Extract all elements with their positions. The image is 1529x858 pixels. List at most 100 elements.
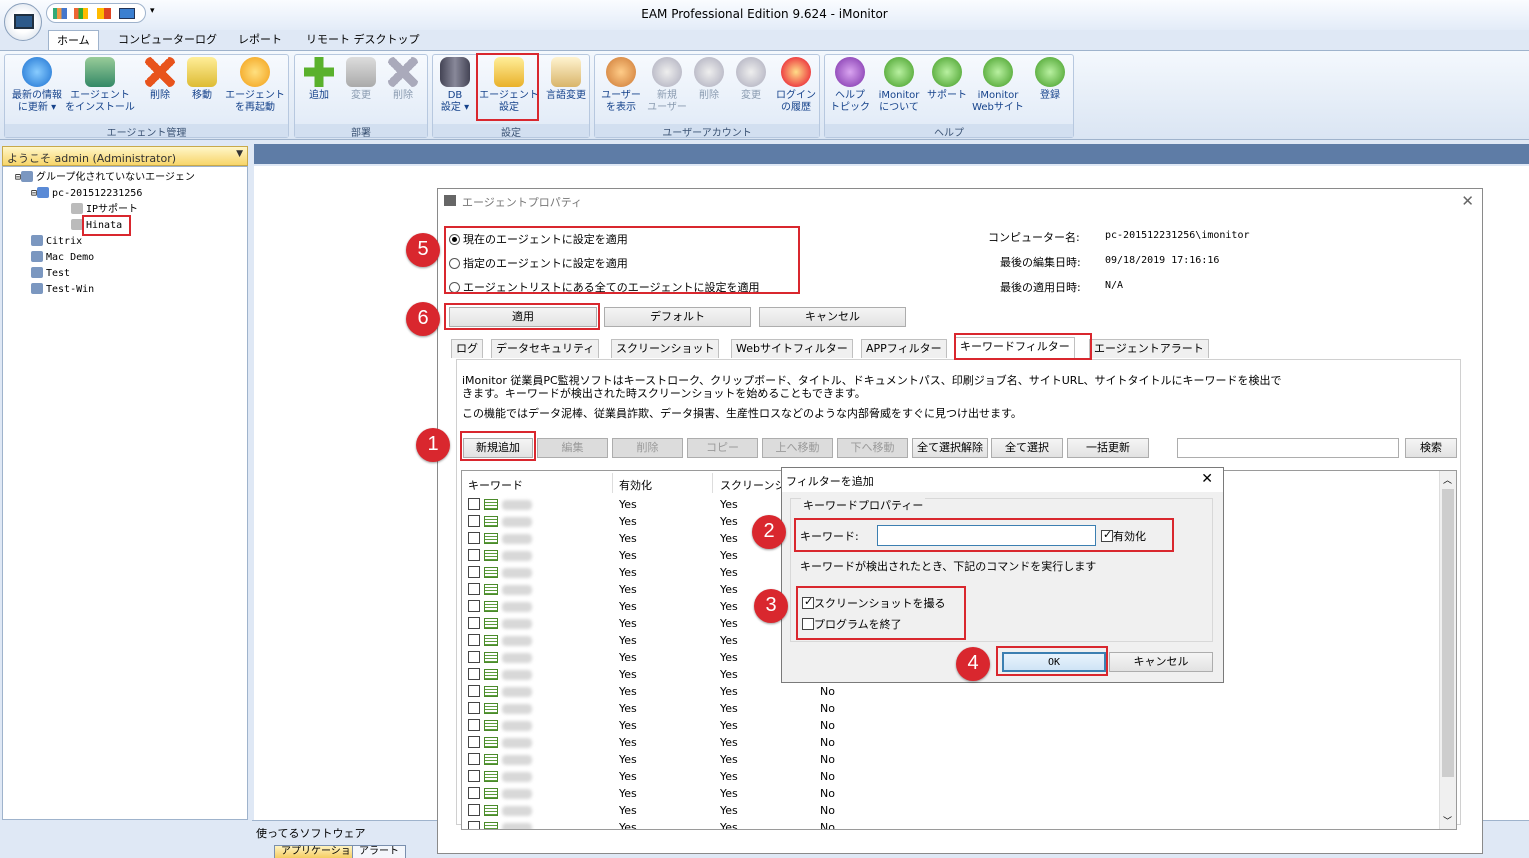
row-checkbox[interactable] — [468, 549, 480, 561]
scrollbar-thumb[interactable] — [1442, 489, 1454, 777]
tab-screenshot[interactable]: スクリーンショット — [611, 339, 720, 358]
user-change-button[interactable]: 変更 — [731, 57, 771, 102]
chevron-down-icon[interactable]: ﹀ — [1443, 814, 1452, 827]
welcome-bar[interactable]: ようこそ admin (Administrator) ▼ — [2, 146, 248, 166]
edit-button[interactable]: 編集 — [537, 438, 608, 458]
table-row[interactable]: Yes Yes No — [462, 769, 835, 786]
chevron-down-icon[interactable]: ▼ — [236, 149, 243, 159]
tab-data-security[interactable]: データセキュリティ — [491, 339, 600, 358]
row-checkbox[interactable] — [468, 719, 480, 731]
row-checkbox[interactable] — [468, 634, 480, 646]
row-checkbox[interactable] — [468, 600, 480, 612]
select-all-button[interactable]: 全て選択 — [991, 438, 1063, 458]
column-enabled[interactable]: 有効化 — [619, 477, 652, 493]
table-row[interactable]: Yes Yes — [462, 548, 822, 565]
row-checkbox[interactable] — [468, 736, 480, 748]
table-row[interactable]: Yes Yes No — [462, 684, 835, 701]
table-row[interactable]: Yes Yes No — [462, 718, 835, 735]
move-up-button[interactable]: 上へ移動 — [762, 438, 833, 458]
new-user-button[interactable]: 新規 ユーザー — [645, 57, 689, 114]
tree-node-group[interactable]: Mac Demo — [31, 251, 94, 265]
scrollbar[interactable]: ︿ ﹀ — [1439, 471, 1456, 829]
tab-app-filter[interactable]: APPフィルター — [861, 339, 947, 358]
bulk-update-button[interactable]: 一括更新 — [1067, 438, 1149, 458]
about-button[interactable]: iMonitor について — [873, 57, 925, 114]
table-row[interactable]: Yes Yes — [462, 667, 822, 684]
window-title: EAM Professional Edition 9.624 - iMonito… — [641, 7, 888, 21]
tab-log[interactable]: ログ — [451, 339, 483, 358]
move-down-button[interactable]: 下へ移動 — [837, 438, 908, 458]
login-history-button[interactable]: ログイン の履歴 — [773, 57, 819, 114]
table-row[interactable]: Yes Yes No — [462, 786, 835, 803]
install-label-1: エージェント — [70, 90, 130, 101]
tree-node-group[interactable]: Citrix — [31, 235, 82, 249]
row-checkbox[interactable] — [468, 583, 480, 595]
row-checkbox[interactable] — [468, 753, 480, 765]
search-input[interactable] — [1177, 438, 1399, 458]
tree-node-group[interactable]: Test-Win — [31, 283, 94, 297]
help-topic-button[interactable]: ヘルプ トピック — [827, 57, 873, 114]
row-checkbox[interactable] — [468, 821, 480, 829]
tab-computer-log[interactable]: コンピューターログ — [110, 30, 225, 50]
install-agent-button[interactable]: エージェント をインストール — [65, 57, 135, 114]
refresh-button[interactable]: 最新の情報 に更新 ▾ — [7, 57, 67, 114]
row-checkbox[interactable] — [468, 566, 480, 578]
tab-home[interactable]: ホーム — [48, 30, 99, 50]
tab-alert[interactable]: アラート — [352, 845, 406, 858]
dept-change-button[interactable]: 変更 — [341, 57, 381, 102]
filter-cancel-button[interactable]: キャンセル — [1109, 652, 1213, 672]
support-button[interactable]: サポート — [925, 57, 969, 102]
tree-node-pc[interactable]: ⊟ pc-201512231256 — [31, 187, 142, 201]
restart-agent-button[interactable]: エージェント を再起動 — [223, 57, 287, 114]
dialog-cancel-button[interactable]: キャンセル — [759, 307, 906, 327]
row-checkbox[interactable] — [468, 532, 480, 544]
dept-add-button[interactable]: 追加 — [299, 57, 339, 102]
tree-node-ungrouped[interactable]: ⊟ グループ化されていないエージェン — [15, 171, 195, 185]
table-row[interactable]: Yes Yes No — [462, 701, 835, 718]
row-checkbox[interactable] — [468, 804, 480, 816]
column-keyword[interactable]: キーワード — [468, 477, 523, 493]
user-delete-button[interactable]: 削除 — [691, 57, 727, 102]
tab-remote-desktop[interactable]: リモート デスクトップ — [298, 30, 428, 50]
group-title-settings: 設定 — [433, 124, 589, 139]
db-settings-button[interactable]: DB 設定 ▾ — [435, 57, 475, 114]
row-checkbox[interactable] — [468, 668, 480, 680]
close-icon[interactable]: ✕ — [1201, 471, 1213, 487]
deselect-all-button[interactable]: 全て選択解除 — [912, 438, 988, 458]
app-menu-button[interactable] — [4, 3, 42, 41]
search-button[interactable]: 検索 — [1405, 438, 1457, 458]
table-row[interactable]: Yes Yes No — [462, 803, 835, 820]
table-row[interactable]: Yes Yes — [462, 650, 822, 667]
language-button[interactable]: 言語変更 — [543, 57, 589, 102]
row-checkbox[interactable] — [468, 685, 480, 697]
row-checkbox[interactable] — [468, 770, 480, 782]
row-checkbox[interactable] — [468, 787, 480, 799]
close-icon[interactable]: ✕ — [1461, 192, 1474, 210]
move-agent-button[interactable]: 移動 — [182, 57, 222, 102]
chevron-up-icon[interactable]: ︿ — [1443, 473, 1452, 486]
table-row[interactable]: Yes Yes No — [462, 735, 835, 752]
delete-agent-button[interactable]: 削除 — [140, 57, 180, 102]
tree-node-group[interactable]: Test — [31, 267, 70, 281]
row-checkbox[interactable] — [468, 651, 480, 663]
row-checkbox[interactable] — [468, 515, 480, 527]
row-checkbox[interactable] — [468, 498, 480, 510]
row-checkbox[interactable] — [468, 617, 480, 629]
table-row[interactable]: Yes Yes No — [462, 820, 835, 829]
show-users-button[interactable]: ユーザー を表示 — [597, 57, 645, 114]
table-row[interactable]: Yes Yes — [462, 565, 822, 582]
delete-button[interactable]: 削除 — [612, 438, 683, 458]
default-button[interactable]: デフォルト — [604, 307, 751, 327]
website-button[interactable]: iMonitor Webサイト — [969, 57, 1027, 114]
tab-report[interactable]: レポート — [230, 30, 290, 50]
table-row[interactable]: Yes Yes No — [462, 752, 835, 769]
tab-agent-alert[interactable]: エージェントアラート — [1089, 339, 1209, 358]
new-user-label-1: 新規 — [657, 90, 677, 101]
table-row[interactable]: Yes Yes — [462, 633, 822, 650]
table-row[interactable]: Yes Yes — [462, 497, 822, 514]
tab-website-filter[interactable]: Webサイトフィルター — [731, 339, 853, 358]
row-checkbox[interactable] — [468, 702, 480, 714]
copy-button[interactable]: コピー — [687, 438, 758, 458]
register-button[interactable]: 登録 — [1029, 57, 1071, 102]
dept-delete-button[interactable]: 削除 — [383, 57, 423, 102]
